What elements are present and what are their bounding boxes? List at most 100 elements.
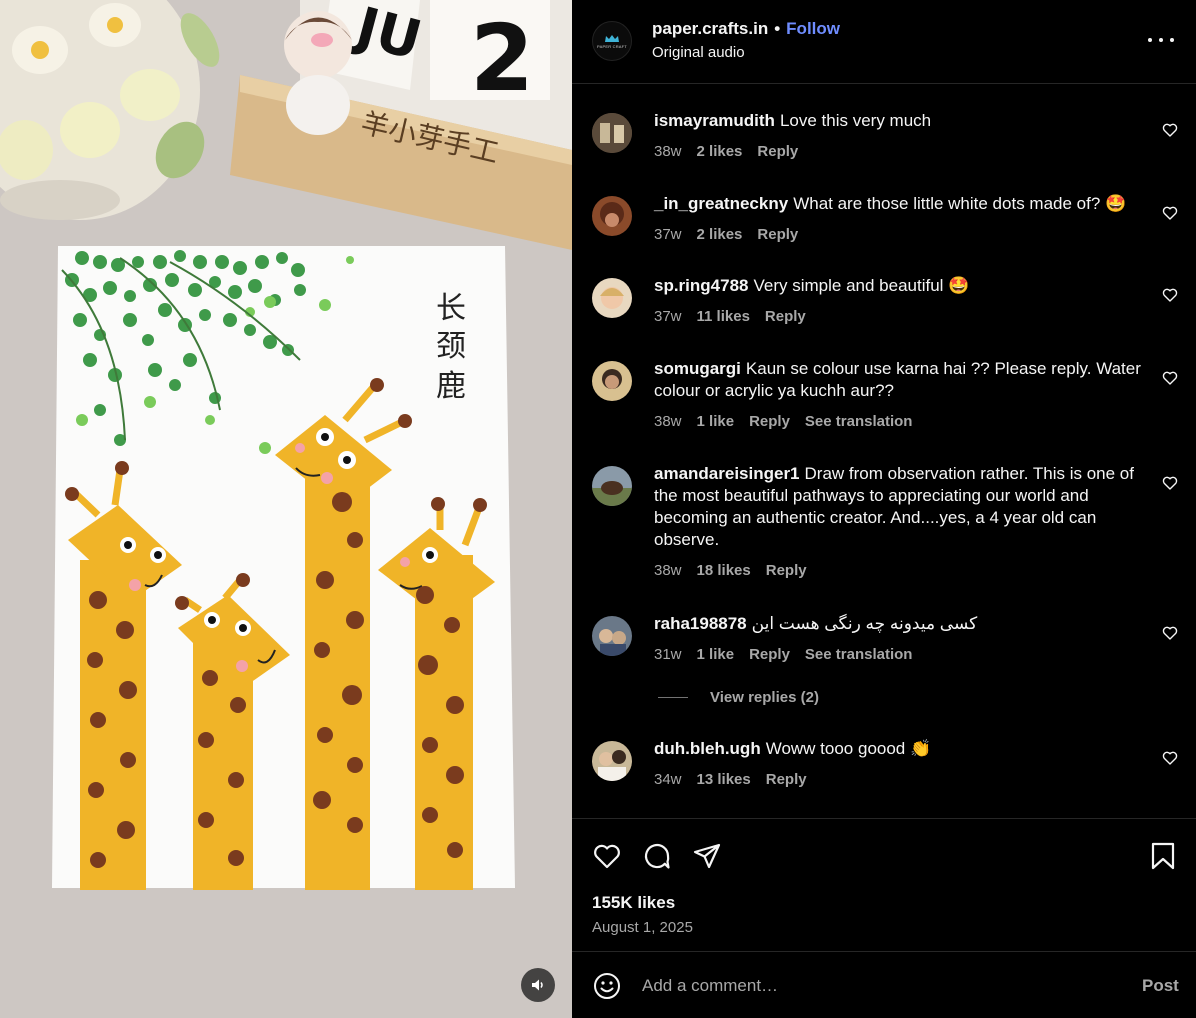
comment-likes[interactable]: 2 likes — [697, 224, 743, 246]
reply-button[interactable]: Reply — [765, 306, 806, 328]
comment-like-heart-icon[interactable] — [1162, 287, 1178, 303]
comment-input[interactable] — [642, 970, 1112, 1002]
comment-text: Love this very much — [779, 111, 932, 130]
post-date: August 1, 2025 — [592, 919, 693, 936]
comment-meta: 38w 18 likes Reply — [654, 560, 1144, 582]
avatar-brand-text: PAPER CRAFT — [597, 43, 627, 49]
crown-icon — [605, 34, 619, 42]
comment-likes[interactable]: 18 likes — [697, 560, 751, 582]
comment-age[interactable]: 37w — [654, 306, 682, 328]
emoji-icon[interactable] — [592, 971, 622, 1001]
comment-body: raha198878 کسی میدونه چه رنگی هست این 31w… — [654, 613, 1144, 666]
commenter-avatar[interactable] — [592, 278, 632, 318]
comment-age[interactable]: 31w — [654, 644, 682, 666]
comment-like-heart-icon[interactable] — [1162, 625, 1178, 641]
comment-text: کسی میدونه چه رنگی هست این — [751, 614, 978, 633]
comment-text: Woww tooo goood 👏 — [765, 739, 932, 758]
svg-text:鹿: 鹿 — [436, 369, 466, 404]
post-actions: 155K likes August 1, 2025 — [572, 818, 1196, 951]
comment-like-heart-icon[interactable] — [1162, 370, 1178, 386]
comment-username[interactable]: somugargi — [654, 359, 741, 378]
commenter-avatar[interactable] — [592, 616, 632, 656]
comment-meta: 31w 1 like Reply See translation — [654, 644, 1144, 666]
comment-icon[interactable] — [642, 841, 672, 871]
comment-body: _in_greatneckny What are those little whi… — [654, 193, 1144, 246]
see-translation-button[interactable]: See translation — [805, 644, 913, 666]
separator-dot: • — [774, 19, 781, 38]
see-translation-button[interactable]: See translation — [805, 411, 913, 433]
more-icon — [1148, 38, 1152, 42]
follow-button[interactable]: Follow — [786, 19, 840, 38]
comment-likes[interactable]: 13 likes — [697, 769, 751, 791]
comment-body: duh.bleh.ugh Woww tooo goood 👏 34w 13 lik… — [654, 738, 1144, 791]
comment-body: ismayramudith Love this very much 38w 2 l… — [654, 110, 1144, 163]
mute-toggle-button[interactable] — [521, 968, 555, 1002]
comments-list[interactable]: ismayramudith Love this very much 38w 2 l… — [572, 85, 1196, 818]
comment-body: somugargi Kaun se colour use karna hai ??… — [654, 358, 1144, 433]
instagram-post-view: JU 2 羊小芽手工 长 颈 鹿 PAPER CRAFT paper.craft… — [0, 0, 1196, 1018]
comment-like-heart-icon[interactable] — [1162, 122, 1178, 138]
reply-button[interactable]: Reply — [766, 769, 807, 791]
comment-username[interactable]: raha198878 — [654, 614, 747, 633]
bookmark-icon[interactable] — [1148, 841, 1178, 871]
comment-meta: 37w 11 likes Reply — [654, 306, 1144, 328]
comment-like-heart-icon[interactable] — [1162, 750, 1178, 766]
post-header: PAPER CRAFT paper.crafts.in • Follow Origi… — [572, 0, 1196, 84]
comment-text: Very simple and beautiful 🤩 — [753, 276, 970, 295]
comment-likes[interactable]: 1 like — [697, 644, 735, 666]
comment-text: What are those little white dots made of… — [793, 194, 1127, 213]
comment-meta: 34w 13 likes Reply — [654, 769, 1144, 791]
svg-text:2: 2 — [470, 5, 534, 112]
comment-body: sp.ring4788 Very simple and beautiful 🤩 3… — [654, 275, 1144, 328]
comment-likes[interactable]: 1 like — [697, 411, 735, 433]
share-icon[interactable] — [692, 841, 722, 871]
comment-age[interactable]: 38w — [654, 141, 682, 163]
post-side-panel: PAPER CRAFT paper.crafts.in • Follow Origi… — [572, 0, 1196, 1018]
svg-text:颈: 颈 — [436, 329, 466, 364]
comment-meta: 38w 2 likes Reply — [654, 141, 1144, 163]
reply-button[interactable]: Reply — [749, 644, 790, 666]
comment-username[interactable]: amandareisinger1 — [654, 464, 800, 483]
commenter-avatar[interactable] — [592, 196, 632, 236]
comment-age[interactable]: 38w — [654, 560, 682, 582]
reply-button[interactable]: Reply — [749, 411, 790, 433]
comment-likes[interactable]: 11 likes — [697, 306, 750, 328]
add-comment-bar: Post — [572, 951, 1196, 1018]
comment-username[interactable]: sp.ring4788 — [654, 276, 749, 295]
view-replies-label: View replies (2) — [710, 689, 819, 706]
comment-body: amandareisinger1 Draw from observation ra… — [654, 463, 1144, 582]
commenter-avatar[interactable] — [592, 113, 632, 153]
author-avatar[interactable]: PAPER CRAFT — [592, 21, 632, 61]
reply-button[interactable]: Reply — [757, 224, 798, 246]
giraffe-artwork: 长 颈 鹿 — [52, 246, 515, 890]
post-comment-button[interactable]: Post — [1142, 976, 1179, 996]
more-options-button[interactable] — [1148, 29, 1174, 51]
comment-age[interactable]: 37w — [654, 224, 682, 246]
comment-age[interactable]: 34w — [654, 769, 682, 791]
author-username[interactable]: paper.crafts.in — [652, 19, 768, 38]
reply-button[interactable]: Reply — [757, 141, 798, 163]
commenter-avatar[interactable] — [592, 361, 632, 401]
comment-likes[interactable]: 2 likes — [697, 141, 743, 163]
comment-username[interactable]: _in_greatneckny — [654, 194, 788, 213]
commenter-avatar[interactable] — [592, 466, 632, 506]
author-line: paper.crafts.in • Follow — [652, 19, 840, 39]
comment-username[interactable]: duh.bleh.ugh — [654, 739, 761, 758]
comment-like-heart-icon[interactable] — [1162, 475, 1178, 491]
craft-video-frame: JU 2 羊小芽手工 长 颈 鹿 — [0, 0, 572, 1018]
heart-icon[interactable] — [592, 841, 622, 871]
likes-count[interactable]: 155K likes — [592, 893, 675, 913]
comment-username[interactable]: ismayramudith — [654, 111, 775, 130]
comment-age[interactable]: 38w — [654, 411, 682, 433]
speaker-icon — [532, 979, 543, 991]
replies-divider — [658, 697, 688, 698]
comment-meta: 37w 2 likes Reply — [654, 224, 1144, 246]
post-media[interactable]: JU 2 羊小芽手工 长 颈 鹿 — [0, 0, 572, 1018]
reply-button[interactable]: Reply — [766, 560, 807, 582]
view-replies-button[interactable]: View replies (2) — [658, 689, 819, 706]
audio-link[interactable]: Original audio — [652, 44, 745, 61]
comment-meta: 38w 1 like Reply See translation — [654, 411, 1144, 433]
svg-text:长: 长 — [436, 291, 466, 326]
comment-like-heart-icon[interactable] — [1162, 205, 1178, 221]
commenter-avatar[interactable] — [592, 741, 632, 781]
